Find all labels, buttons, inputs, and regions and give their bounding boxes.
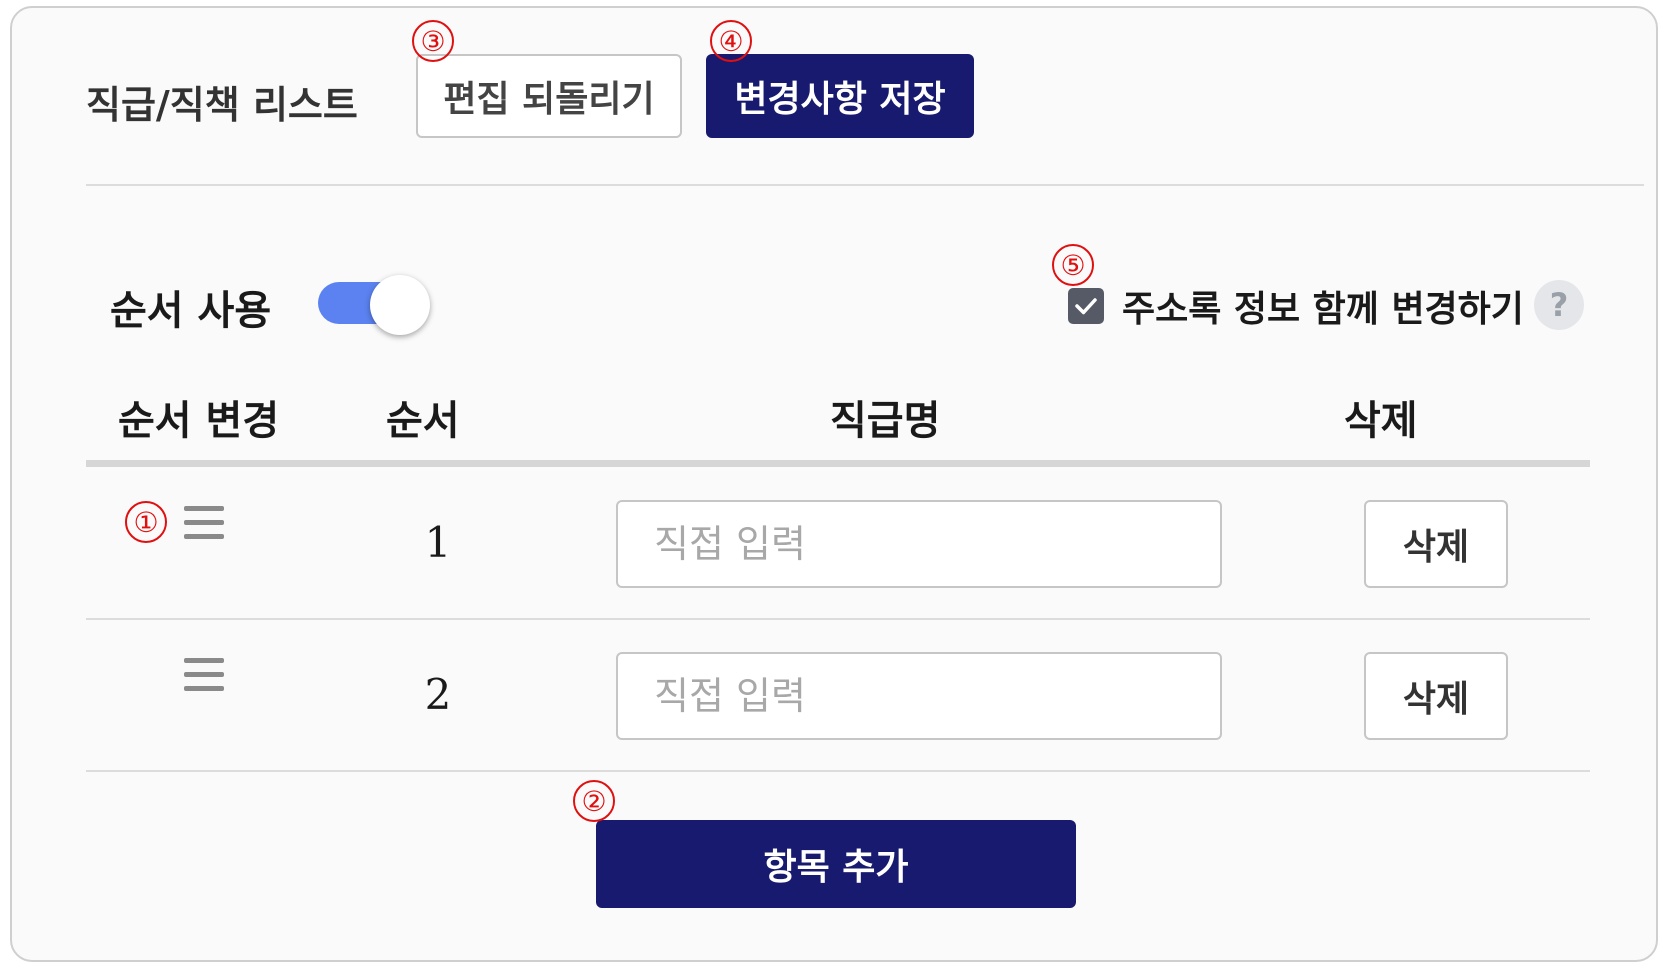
- header-divider: [86, 184, 1644, 186]
- add-item-button[interactable]: 항목 추가: [596, 820, 1076, 908]
- annotation-marker-5: ⑤: [1052, 244, 1094, 286]
- order-usage-toggle[interactable]: [318, 275, 430, 335]
- drag-handle-icon[interactable]: [184, 654, 224, 694]
- check-icon: [1075, 298, 1097, 315]
- annotation-marker-1: ①: [125, 501, 167, 543]
- annotation-marker-3: ③: [412, 20, 454, 62]
- annotation-marker-4: ④: [710, 20, 752, 62]
- delete-row-button[interactable]: 삭제: [1364, 500, 1508, 588]
- column-header-position-name: 직급명: [830, 398, 941, 444]
- table-header-rule: [86, 460, 1590, 467]
- help-icon[interactable]: ?: [1534, 280, 1584, 330]
- annotation-marker-2: ②: [573, 780, 615, 822]
- column-header-delete: 삭제: [1344, 398, 1418, 444]
- row-divider: [86, 618, 1590, 620]
- position-name-input[interactable]: [616, 500, 1222, 588]
- drag-handle-icon[interactable]: [184, 502, 224, 542]
- delete-row-button[interactable]: 삭제: [1364, 652, 1508, 740]
- row-divider: [86, 770, 1590, 772]
- row-order-number: 2: [424, 670, 452, 719]
- toggle-knob: [370, 275, 430, 335]
- sync-addressbook-checkbox[interactable]: [1068, 288, 1104, 324]
- order-usage-label: 순서 사용: [110, 288, 272, 334]
- page-title: 직급/직책 리스트: [86, 83, 358, 127]
- position-list-panel: [10, 6, 1658, 962]
- column-header-reorder: 순서 변경: [118, 398, 280, 444]
- row-order-number: 1: [424, 518, 452, 567]
- revert-edit-button[interactable]: 편집 되돌리기: [416, 54, 682, 138]
- column-header-order: 순서: [386, 398, 460, 444]
- save-changes-button[interactable]: 변경사항 저장: [706, 54, 974, 138]
- sync-addressbook-label: 주소록 정보 함께 변경하기: [1122, 289, 1524, 330]
- position-name-input[interactable]: [616, 652, 1222, 740]
